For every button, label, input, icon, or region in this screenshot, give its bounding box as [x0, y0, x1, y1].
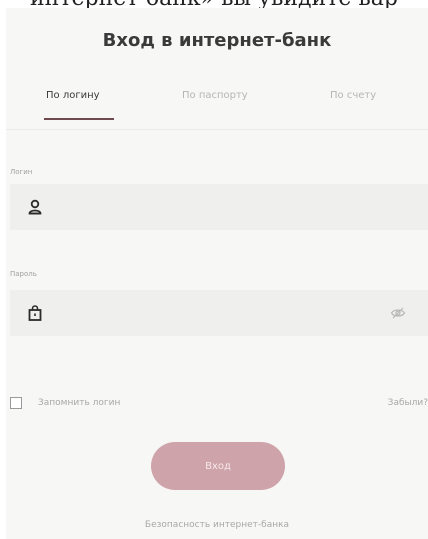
lock-icon	[26, 304, 44, 322]
login-panel: Вход в интернет-банк По логину По паспор…	[6, 8, 428, 539]
login-input[interactable]	[54, 196, 388, 220]
security-link[interactable]: Безопасность интернет-банка	[6, 520, 428, 530]
password-input[interactable]	[54, 302, 388, 326]
page-title: Вход в интернет-банк	[102, 30, 332, 51]
tab-by-login[interactable]: По логину	[46, 90, 100, 101]
login-field[interactable]	[10, 184, 428, 230]
tab-by-account[interactable]: По счету	[330, 90, 376, 101]
page: интернет-банк» вы увидите вар Вход в инт…	[0, 0, 428, 539]
remember-checkbox[interactable]	[10, 397, 22, 409]
eye-slash-icon[interactable]	[390, 305, 406, 321]
login-button[interactable]: Вход	[151, 442, 285, 490]
user-icon	[26, 198, 44, 216]
remember-label: Запомнить логин	[38, 398, 121, 408]
tab-by-passport[interactable]: По паспорту	[182, 90, 248, 101]
forgot-link[interactable]: Забыли?	[388, 398, 428, 408]
password-field[interactable]	[10, 290, 428, 336]
active-tab-indicator	[44, 118, 114, 120]
tabs-divider	[6, 129, 428, 130]
password-field-label: Пароль	[10, 270, 37, 278]
login-method-tabs: По логину По паспорту По счету	[6, 90, 428, 130]
login-field-label: Логин	[10, 168, 33, 176]
